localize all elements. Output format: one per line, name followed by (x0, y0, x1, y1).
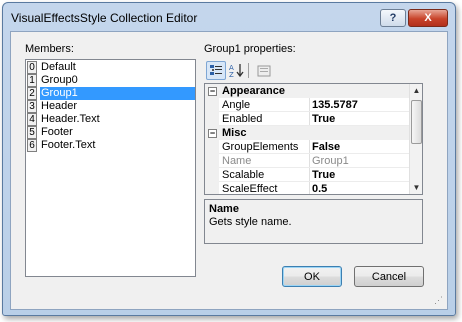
list-item[interactable]: 4 Header.Text (26, 113, 195, 126)
row-margin (205, 168, 219, 182)
list-item[interactable]: 6 Footer.Text (26, 139, 195, 152)
list-item-label: Header.Text (41, 113, 100, 125)
list-item[interactable]: 3 Header (26, 100, 195, 113)
column-divider (309, 182, 310, 194)
collapse-icon[interactable]: − (208, 87, 217, 96)
property-row-scalable[interactable]: Scalable True (205, 168, 409, 182)
property-name: GroupElements (222, 141, 299, 153)
property-value: Group1 (312, 155, 349, 167)
category-label: Misc (222, 127, 247, 139)
list-item-label: Header (41, 100, 78, 112)
property-value[interactable]: False (312, 141, 340, 153)
property-value[interactable]: 135.5787 (312, 99, 358, 111)
list-item-label: Footer.Text (41, 139, 96, 151)
property-pages-icon (257, 65, 271, 76)
column-divider (309, 140, 310, 154)
list-item-index: 3 (27, 100, 37, 113)
property-name: Name (222, 155, 252, 167)
ok-button[interactable]: OK (282, 266, 342, 287)
list-item-index: 5 (27, 126, 37, 139)
scrollbar-thumb[interactable] (411, 100, 422, 144)
column-divider (309, 168, 310, 182)
resize-grip-icon[interactable]: ⋰ (434, 296, 444, 306)
column-divider (309, 112, 310, 126)
list-item[interactable]: 5 Footer (26, 126, 195, 139)
window-title: VisualEffectsStyle Collection Editor (11, 11, 198, 25)
properties-label: Group1 properties: (204, 43, 296, 55)
list-item-label: Group1 (40, 87, 195, 100)
title-bar[interactable]: VisualEffectsStyle Collection Editor ? X (3, 3, 455, 31)
property-name: Enabled (222, 113, 263, 125)
alphabetical-icon: A Z (229, 64, 244, 78)
description-panel: Name Gets style name. (204, 199, 423, 244)
list-item-index: 0 (27, 61, 37, 74)
scroll-down-icon[interactable]: ▼ (410, 181, 422, 194)
property-row-enabled[interactable]: Enabled True (205, 112, 409, 126)
alphabetical-button[interactable]: A Z (227, 61, 247, 80)
property-row-groupelements[interactable]: GroupElements False (205, 140, 409, 154)
list-item-index: 4 (27, 113, 37, 126)
categorized-button[interactable] (206, 61, 226, 80)
list-item[interactable]: 1 Group0 (26, 74, 195, 87)
row-margin (205, 98, 219, 112)
row-margin (205, 182, 219, 194)
list-item-label: Group0 (41, 74, 78, 86)
property-value[interactable]: True (312, 113, 335, 125)
property-pages-button[interactable] (254, 61, 274, 80)
members-label: Members: (25, 43, 74, 55)
list-item-label: Default (41, 61, 76, 73)
row-margin (205, 140, 219, 154)
collapse-icon[interactable]: − (208, 129, 217, 138)
row-margin (205, 112, 219, 126)
description-text: Gets style name. (209, 216, 292, 228)
property-name: Angle (222, 99, 251, 111)
list-item[interactable]: 0 Default (26, 61, 195, 74)
category-label: Appearance (222, 85, 285, 97)
category-appearance[interactable]: − Appearance (205, 84, 409, 98)
help-button[interactable]: ? (380, 9, 406, 27)
list-item-index: 1 (27, 74, 37, 87)
svg-text:Z: Z (229, 71, 234, 78)
property-grid-toolbar: A Z (204, 60, 423, 82)
help-icon: ? (389, 12, 397, 24)
scroll-up-icon[interactable]: ▲ (410, 84, 422, 97)
property-name: Scalable (222, 169, 265, 181)
dialog-window: VisualEffectsStyle Collection Editor ? X… (2, 2, 456, 316)
property-row-name[interactable]: Name Group1 (205, 154, 409, 168)
vertical-scrollbar[interactable]: ▲ ▼ (409, 84, 422, 194)
column-divider (309, 98, 310, 112)
property-row-angle[interactable]: Angle 135.5787 (205, 98, 409, 112)
categorized-icon (210, 65, 222, 75)
property-name: ScaleEffect (222, 183, 278, 195)
cancel-button[interactable]: Cancel (354, 266, 424, 287)
close-icon: X (424, 12, 432, 24)
list-item-label: Footer (41, 126, 73, 138)
list-item-selected[interactable]: 2 Group1 (26, 87, 195, 100)
column-divider (309, 154, 310, 168)
property-value[interactable]: 0.5 (312, 183, 327, 194)
property-grid[interactable]: − Appearance Angle 135.5787 Enabled True… (204, 83, 423, 195)
row-margin (205, 154, 219, 168)
members-list[interactable]: 0 Default 1 Group0 2 Group1 3 Header 4 H… (25, 59, 196, 277)
dialog-client-area: Members: Group1 properties: 0 Default 1 … (10, 31, 448, 310)
list-item-index: 6 (27, 139, 37, 152)
list-item-index: 2 (27, 87, 37, 100)
description-title: Name (209, 203, 239, 215)
property-row-scaleeffect[interactable]: ScaleEffect 0.5 (205, 182, 409, 195)
category-misc[interactable]: − Misc (205, 126, 409, 140)
property-value[interactable]: True (312, 169, 335, 181)
toolbar-separator (248, 63, 249, 78)
close-button[interactable]: X (408, 9, 448, 27)
